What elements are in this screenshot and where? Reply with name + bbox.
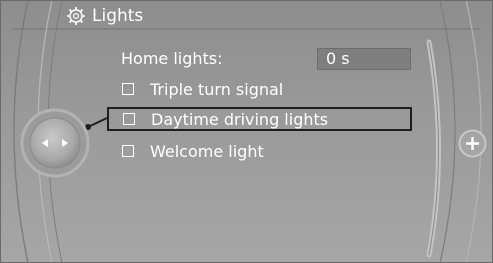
idrive-screen: Lights Home lights: 0 s Triple turn sign… bbox=[0, 0, 493, 263]
screen-border bbox=[0, 0, 493, 263]
